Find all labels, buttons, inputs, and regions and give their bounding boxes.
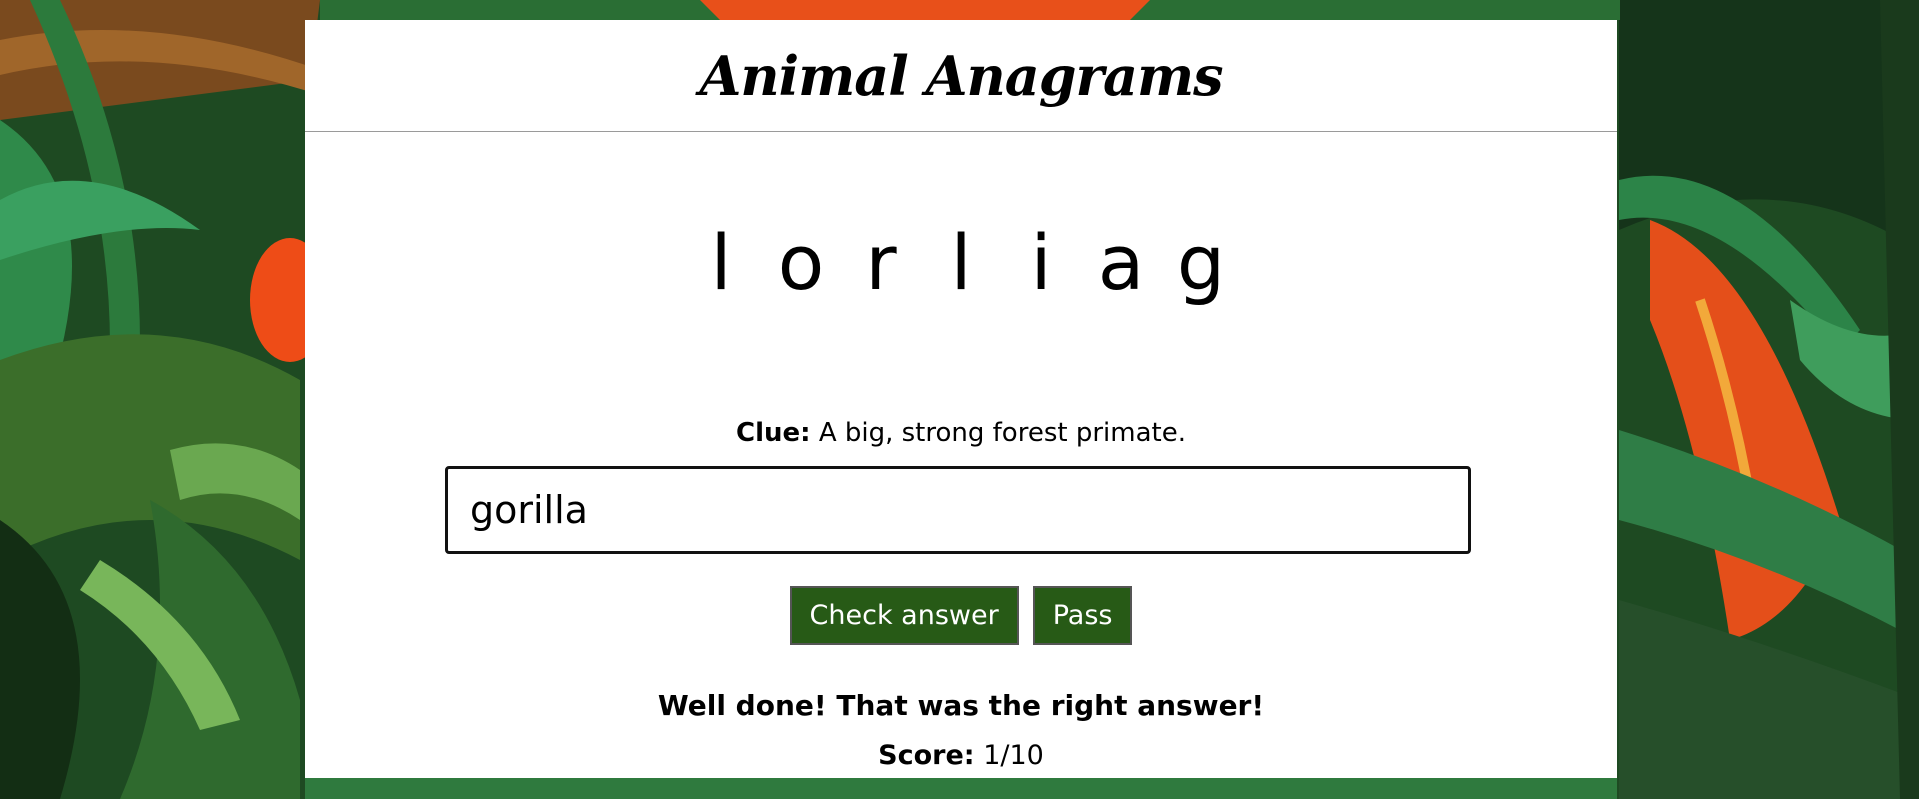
game-card: Animal Anagrams l o r l i a g Clue: A bi… (305, 20, 1617, 778)
clue: Clue: A big, strong forest primate. (305, 418, 1617, 448)
scrambled-letter: o (777, 218, 825, 307)
scrambled-letter: i (1030, 218, 1052, 307)
score-value: 1/10 (983, 740, 1044, 771)
page-title: Animal Anagrams (699, 43, 1224, 108)
scrambled-letter: a (1097, 218, 1145, 307)
score-label: Score: (878, 740, 975, 771)
scrambled-word: l o r l i a g (305, 225, 1617, 301)
clue-label: Clue: (736, 418, 811, 448)
scrambled-letter: l (950, 218, 972, 307)
answer-input[interactable] (445, 466, 1471, 554)
scrambled-letter: g (1176, 218, 1226, 307)
scrambled-letter: r (865, 218, 897, 307)
score: Score: 1/10 (305, 740, 1617, 771)
check-answer-button[interactable]: Check answer (789, 586, 1019, 645)
pass-button[interactable]: Pass (1032, 586, 1133, 645)
feedback-message: Well done! That was the right answer! (657, 689, 1265, 722)
card-header: Animal Anagrams (305, 20, 1617, 132)
scrambled-letter: l (710, 218, 732, 307)
clue-text: A big, strong forest primate. (818, 418, 1186, 448)
action-buttons: Check answer Pass (305, 586, 1617, 645)
